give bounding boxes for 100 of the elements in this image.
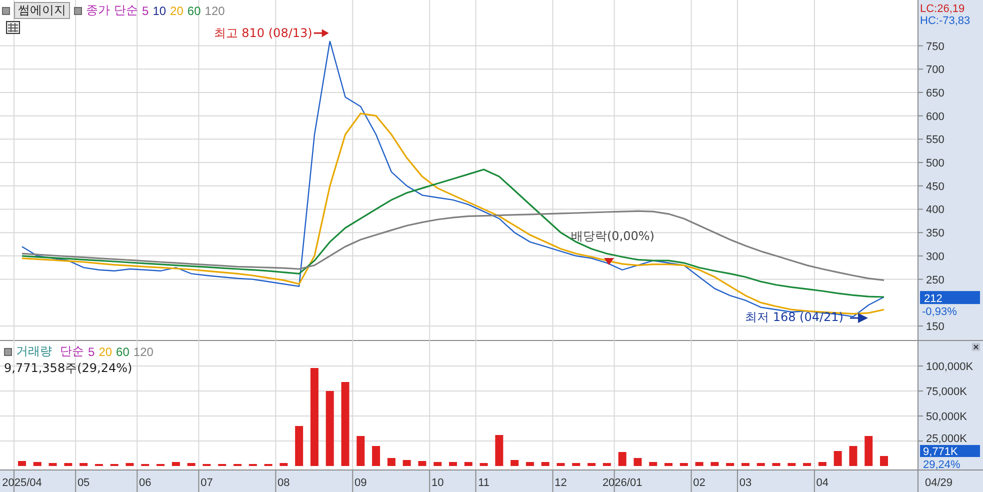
close-icon[interactable] bbox=[972, 343, 980, 351]
volume-badge: 9,771K bbox=[920, 445, 980, 458]
volume-bar bbox=[126, 463, 134, 466]
volume-bar bbox=[680, 463, 688, 466]
legend-period: 5 bbox=[142, 4, 149, 18]
high-price-label: 최고 810 (08/13) bbox=[214, 26, 312, 40]
axis-label: 350 bbox=[926, 228, 944, 240]
lc-reading: LC:26,19 bbox=[920, 3, 965, 15]
volume-bar bbox=[618, 452, 626, 466]
date-label: 2026/01 bbox=[602, 477, 642, 489]
volume-bar bbox=[480, 463, 488, 466]
axis-label: 450 bbox=[926, 180, 944, 193]
volume-bar bbox=[372, 446, 380, 466]
legend-period: 10 bbox=[152, 4, 166, 18]
arrow-icon bbox=[314, 29, 329, 38]
volume-bar bbox=[48, 463, 57, 466]
volume-bar bbox=[402, 460, 411, 466]
axis-label: 250 bbox=[926, 274, 944, 286]
legend-period: 20 bbox=[170, 4, 184, 18]
legend-label: 단순 bbox=[60, 343, 84, 360]
volume-bar bbox=[880, 456, 888, 466]
volume-bar bbox=[295, 426, 304, 466]
volume-bar bbox=[33, 462, 42, 466]
legend-period: 120 bbox=[133, 344, 154, 358]
volume-bar bbox=[588, 463, 596, 466]
volume-bar bbox=[495, 435, 504, 466]
date-label: 05 bbox=[77, 477, 90, 489]
volume-bar bbox=[418, 461, 426, 466]
volume-bar bbox=[741, 463, 750, 466]
axis-label: 300 bbox=[926, 250, 944, 263]
axis-label: 400 bbox=[926, 204, 944, 216]
date-label: 07 bbox=[200, 477, 213, 489]
axis-label: 750 bbox=[926, 40, 944, 53]
volume-bar bbox=[80, 463, 88, 466]
arrow-icon bbox=[850, 313, 868, 323]
date-label: 03 bbox=[739, 477, 752, 489]
date-label: 04/29 bbox=[925, 477, 953, 489]
volume-bar bbox=[634, 458, 642, 466]
volume-bar bbox=[464, 462, 472, 466]
volume-bar bbox=[280, 463, 288, 466]
dividend-label: 배당락(0,00%) bbox=[571, 229, 654, 243]
marker-icon bbox=[604, 258, 614, 265]
volume-bar bbox=[572, 463, 580, 466]
square-icon bbox=[2, 6, 10, 14]
axis-label: 600 bbox=[926, 110, 944, 123]
axis-label: 700 bbox=[926, 64, 944, 76]
legend-period: 20 bbox=[98, 344, 112, 358]
axis-label: 150 bbox=[926, 321, 944, 333]
volume-bar bbox=[849, 446, 858, 466]
axis-label: 50,000K bbox=[926, 411, 967, 423]
volume-bar bbox=[64, 463, 72, 466]
volume-bar bbox=[710, 462, 719, 466]
volume-bar bbox=[864, 436, 873, 466]
volume-bar bbox=[356, 436, 365, 466]
date-label: 08 bbox=[278, 477, 290, 489]
change-reading: -0,93% bbox=[922, 306, 957, 318]
legend-label: 거래량 bbox=[16, 343, 52, 360]
axis-label: 650 bbox=[926, 87, 944, 100]
volume-bar bbox=[726, 463, 734, 466]
legend-period: 60 bbox=[187, 4, 201, 18]
volume-bar bbox=[526, 462, 534, 466]
volume-reading: 9,771,358주(29,24%) bbox=[4, 360, 132, 377]
legend-label: 단순 bbox=[114, 2, 138, 19]
square-icon bbox=[74, 6, 82, 14]
table-icon[interactable] bbox=[6, 21, 20, 34]
legend-period: 120 bbox=[204, 4, 225, 18]
date-label: 10 bbox=[431, 477, 444, 489]
volume-bar bbox=[664, 463, 672, 466]
ratio-reading: 29,24% bbox=[923, 459, 960, 471]
volume-bar bbox=[834, 451, 842, 466]
volume-bar bbox=[602, 463, 611, 466]
symbol-button[interactable]: 썸에이지 bbox=[14, 2, 70, 19]
square-icon bbox=[4, 348, 12, 356]
volume-bar bbox=[649, 462, 658, 466]
volume-bar bbox=[695, 462, 704, 466]
date-label: 12 bbox=[554, 477, 567, 489]
volume-bar bbox=[818, 462, 826, 466]
axis-label: 25,000K bbox=[926, 433, 967, 445]
volume-bar bbox=[387, 458, 396, 466]
axis-label: 500 bbox=[926, 158, 944, 170]
hc-reading: HC:-73,83 bbox=[920, 15, 970, 27]
price-badge: 212 bbox=[920, 291, 980, 306]
volume-bar bbox=[756, 463, 765, 466]
date-label: 09 bbox=[354, 477, 367, 489]
date-label: 02 bbox=[693, 477, 706, 489]
legend-period: 5 bbox=[88, 344, 95, 358]
date-label: 11 bbox=[478, 477, 490, 489]
volume-bar bbox=[772, 463, 780, 466]
volume-bar bbox=[510, 460, 519, 466]
volume-bar bbox=[803, 463, 812, 466]
volume-bar bbox=[449, 462, 457, 466]
volume-bar bbox=[556, 463, 565, 466]
volume-bar bbox=[788, 463, 796, 466]
volume-bar bbox=[541, 462, 550, 466]
low-price-label: 최저 168 (04/21) bbox=[745, 310, 844, 324]
axis-label: 75,000K bbox=[926, 386, 967, 398]
volume-bar bbox=[434, 462, 442, 466]
volume-bar bbox=[187, 463, 196, 466]
date-label: 06 bbox=[139, 477, 152, 489]
axis-label: 550 bbox=[926, 134, 944, 146]
